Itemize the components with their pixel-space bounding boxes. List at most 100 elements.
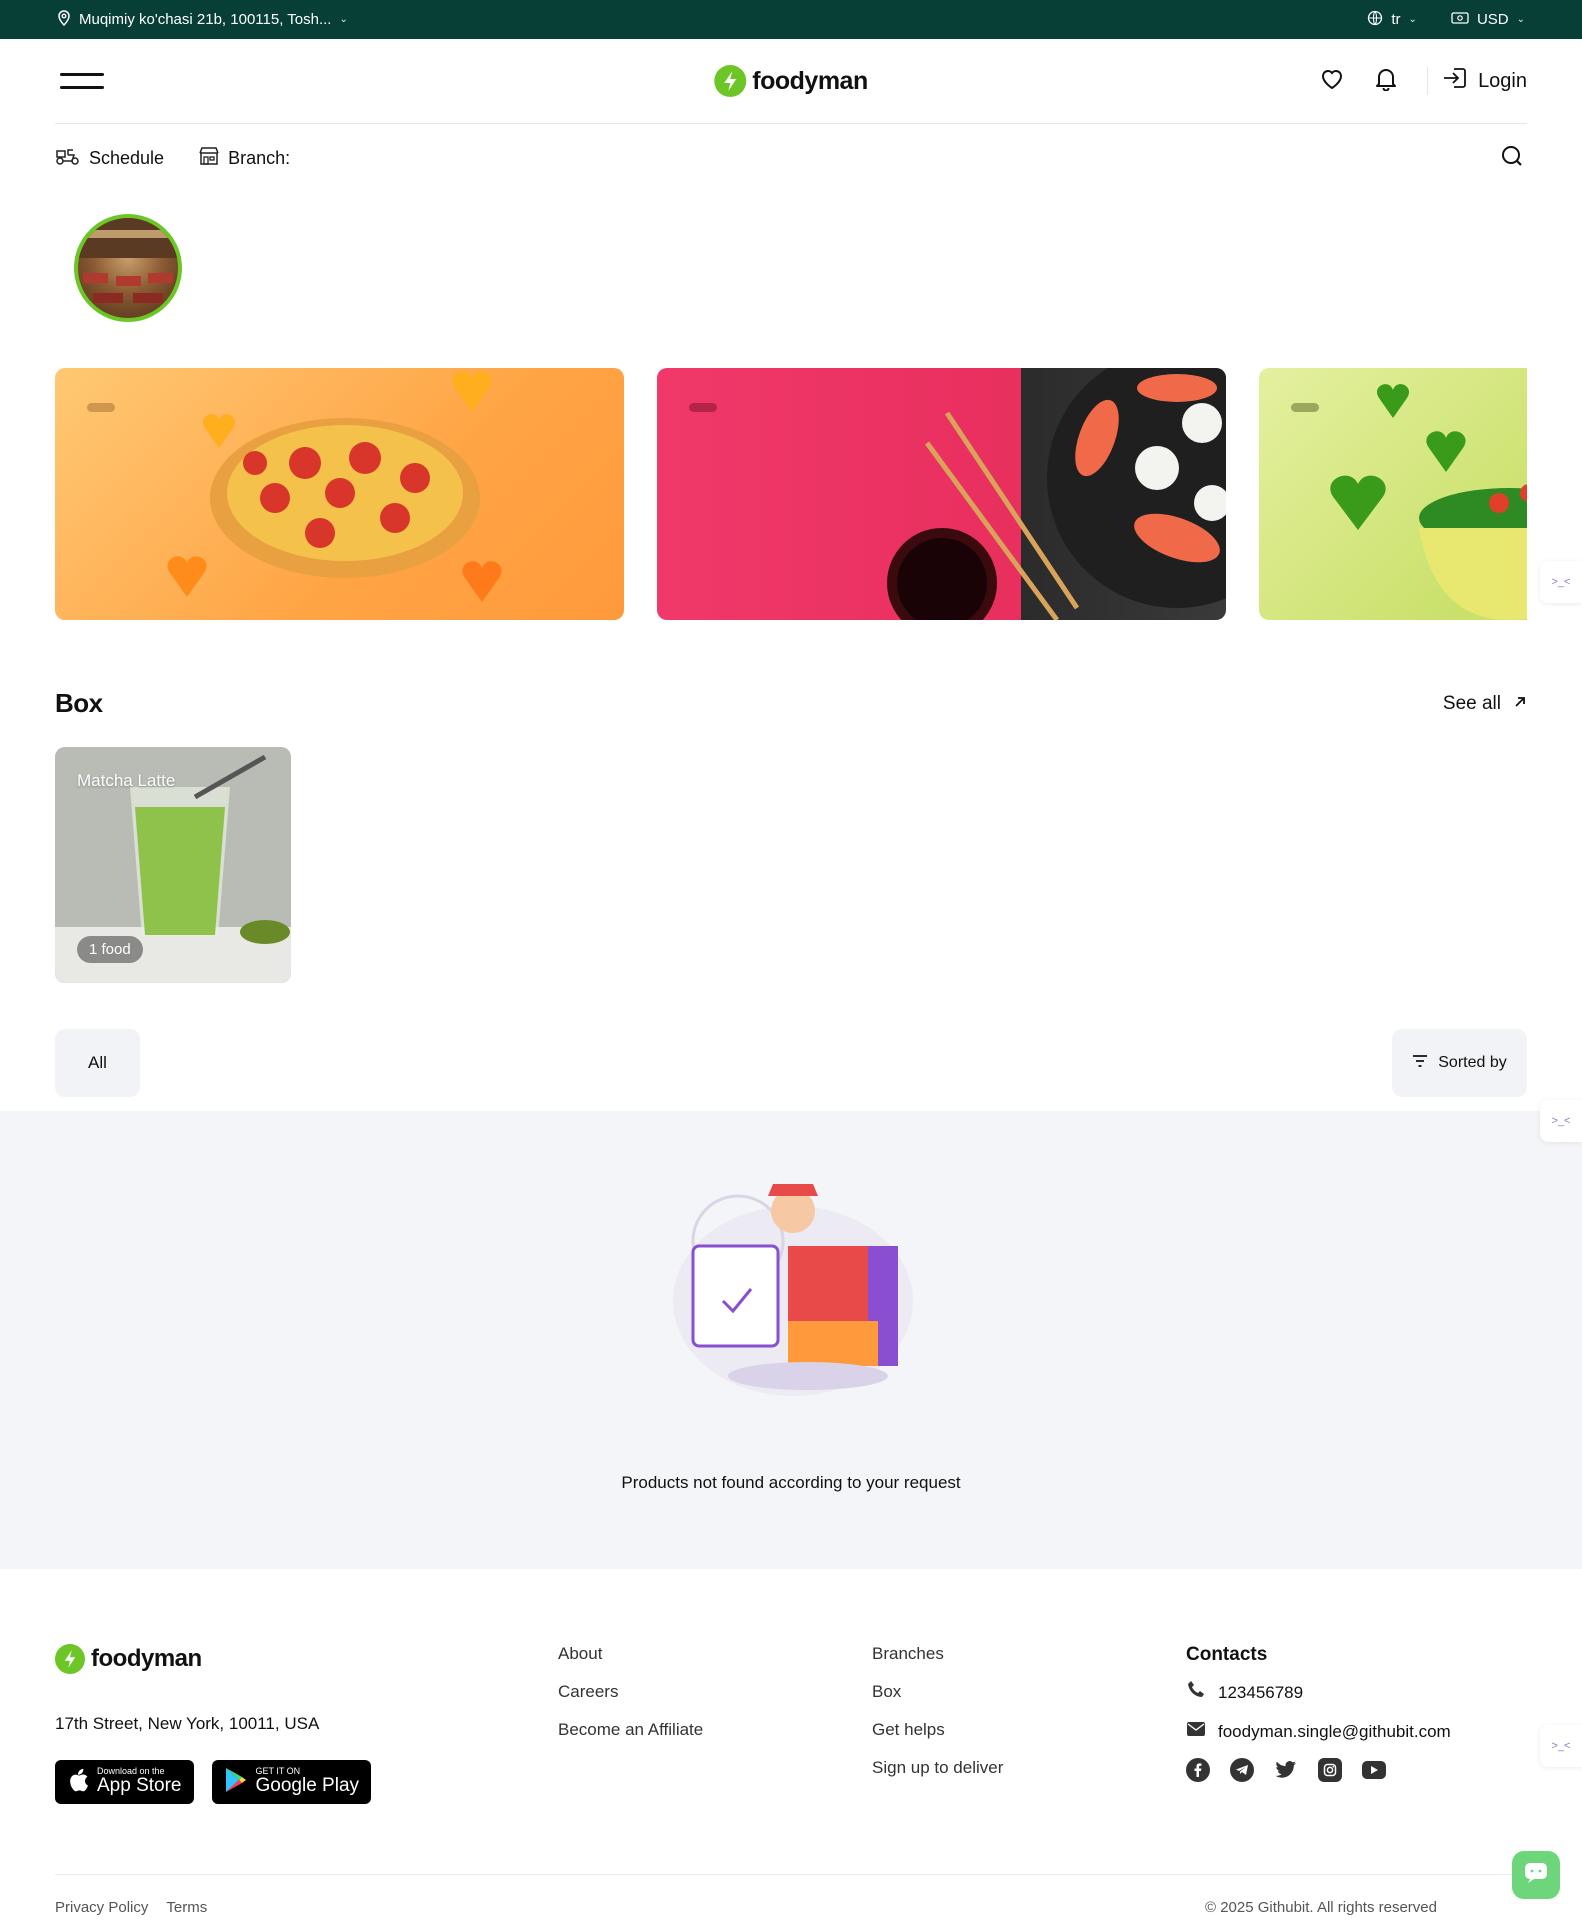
mail-icon [1186,1721,1206,1742]
google-play-icon [224,1767,248,1798]
side-widget-tab[interactable]: >_< [1540,561,1582,603]
login-label: Login [1478,69,1527,92]
pizza-illustration [167,371,502,602]
apple-icon [67,1767,89,1798]
facebook-icon[interactable] [1186,1758,1210,1782]
app-store-big-text: App Store [97,1775,182,1797]
sort-label: Sorted by [1438,1054,1507,1071]
widget-face-icon: >_< [1551,1740,1571,1752]
search-button[interactable] [1497,138,1527,178]
youtube-icon[interactable] [1362,1761,1386,1779]
chat-button[interactable] [1512,1851,1560,1899]
branch-label: Branch: [228,147,291,168]
main-header: foodyman Login [55,39,1527,124]
promo-banner-salad[interactable] [1259,368,1527,620]
box-section-title: Box [55,688,103,718]
telegram-icon[interactable] [1230,1758,1254,1782]
store-icon [198,146,220,171]
footer-links-company: About Careers Become an Affiliate [558,1644,872,1804]
box-card-title: Matcha Latte [77,771,176,790]
sort-button[interactable]: Sorted by [1392,1029,1527,1097]
contact-email-text: foodyman.single@githubit.com [1218,1721,1451,1741]
see-all-label: See all [1442,692,1501,714]
widget-face-icon: >_< [1551,576,1571,588]
promo-banner-carousel [55,368,1527,620]
filter-all-label: All [88,1053,107,1072]
contact-email[interactable]: foodyman.single@githubit.com [1186,1721,1451,1742]
header-divider [1427,67,1429,95]
menu-hamburger-button[interactable] [60,73,104,89]
bell-icon [1375,67,1397,96]
contacts-title: Contacts [1186,1644,1268,1665]
footer-bottom-bar: Privacy Policy Terms © 2025 Githubit. Al… [55,1874,1527,1920]
site-footer: foodyman 17th Street, New York, 10011, U… [0,1644,1582,1920]
chat-bubble-icon [1524,1862,1548,1889]
footer-links-service: Branches Box Get helps Sign up to delive… [872,1644,1186,1804]
contact-phone[interactable]: 123456789 [1186,1680,1451,1705]
phone-icon [1186,1680,1206,1705]
twitter-icon[interactable] [1274,1758,1298,1782]
currency-selector[interactable]: USD ⌄ [1451,11,1525,29]
footer-link-sign-up-deliver[interactable]: Sign up to deliver [872,1758,1186,1778]
filter-all-chip[interactable]: All [55,1029,140,1097]
google-play-badge[interactable]: GET IT ON Google Play [211,1760,372,1804]
footer-link-affiliate[interactable]: Become an Affiliate [558,1720,872,1740]
top-bar: Muqimiy ko'chasi 21b, 100115, Tosh... ⌄ … [0,0,1582,39]
schedule-label: Schedule [89,147,165,168]
product-filters: All Sorted by [55,1029,1527,1097]
notifications-button[interactable] [1359,61,1413,101]
login-icon [1442,66,1468,96]
copyright-text: © 2025 Githubit. All rights reserved [1204,1899,1437,1916]
footer-link-get-helps[interactable]: Get helps [872,1720,1186,1740]
restaurant-avatar [74,214,182,322]
box-section-header: Box See all [55,688,1527,719]
footer-brand-name: foodyman [91,1645,202,1672]
brand-logo[interactable]: foodyman [714,65,868,97]
currency-value: USD [1476,11,1509,28]
globe-icon [1367,10,1383,30]
heart-icon [1320,68,1344,95]
sort-lines-icon [1412,1054,1428,1072]
schedule-button[interactable]: Schedule [55,146,164,171]
box-card-matcha-latte[interactable]: Matcha Latte 1 food [55,747,291,983]
branch-selector[interactable]: Branch: [198,146,290,171]
footer-link-careers[interactable]: Careers [558,1682,872,1702]
side-widget-tab[interactable]: >_< [1540,1725,1582,1767]
sushi-illustration [887,368,1226,620]
terms-link[interactable]: Terms [166,1899,207,1916]
instagram-icon[interactable] [1318,1758,1342,1782]
favorites-button[interactable] [1305,61,1359,101]
side-widget-tab[interactable]: >_< [1540,1100,1582,1142]
search-icon [1500,144,1524,173]
footer-link-about[interactable]: About [558,1644,872,1664]
social-links [1186,1758,1451,1782]
footer-link-branches[interactable]: Branches [872,1644,1186,1664]
google-play-big-text: Google Play [255,1775,360,1797]
see-all-link[interactable]: See all [1443,693,1527,715]
address-selector[interactable]: Muqimiy ko'chasi 21b, 100115, Tosh... ⌄ [57,9,348,30]
promo-banner-pizza[interactable] [55,368,624,620]
chevron-down-icon: ⌄ [1516,14,1525,25]
footer-address: 17th Street, New York, 10011, USA [55,1714,320,1733]
bolt-logo-icon [714,65,747,97]
bolt-logo-icon [55,1644,85,1674]
login-button[interactable]: Login [1442,66,1527,96]
brand-name: foodyman [752,66,868,95]
empty-state-message: Products not found according to your req… [621,1473,961,1492]
footer-contacts: Contacts 123456789 foodyman.single@githu… [1186,1644,1451,1804]
promo-banner-sushi[interactable] [657,368,1226,620]
chevron-down-icon: ⌄ [1408,14,1417,25]
footer-brand-logo[interactable]: foodyman [55,1644,558,1674]
app-store-badge[interactable]: Download on the App Store [55,1760,194,1804]
privacy-policy-link[interactable]: Privacy Policy [55,1899,148,1916]
language-selector[interactable]: tr ⌄ [1367,10,1417,30]
language-value: tr [1391,11,1401,28]
arrow-up-right-icon [1513,693,1527,715]
chevron-down-icon: ⌄ [339,14,348,25]
location-pin-icon [57,9,71,30]
delivery-courier-illustration [673,1184,913,1396]
footer-link-box[interactable]: Box [872,1682,1186,1702]
widget-face-icon: >_< [1551,1115,1571,1127]
money-icon [1451,11,1469,29]
empty-products-state: Products not found according to your req… [0,1111,1582,1569]
